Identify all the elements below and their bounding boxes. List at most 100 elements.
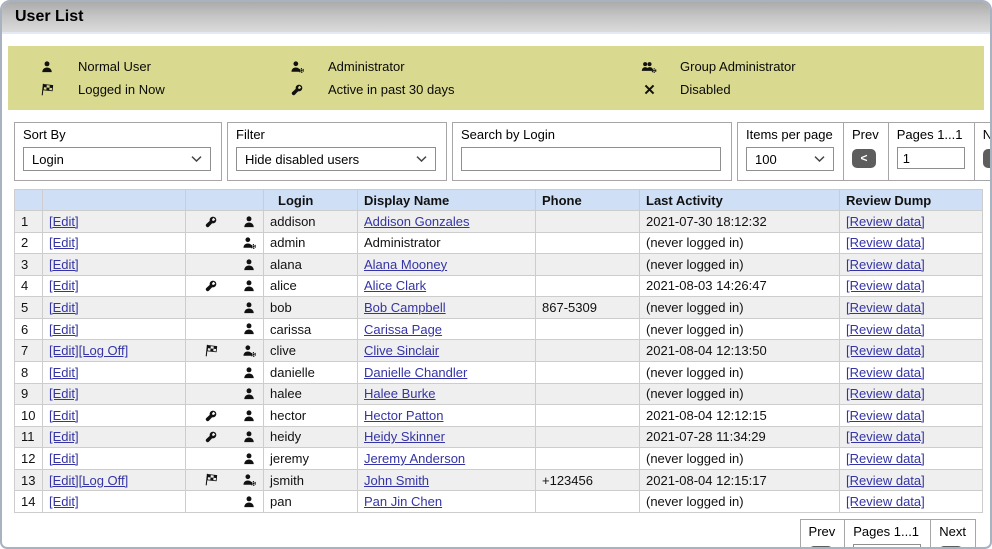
edit-link[interactable]: [Edit] <box>49 300 79 315</box>
search-label: Search by Login <box>461 127 721 142</box>
review-data-link[interactable]: [Review data] <box>846 343 925 358</box>
row-display-name-cell: Alice Clark <box>358 275 536 297</box>
next-label: Next <box>939 524 966 539</box>
edit-link[interactable]: [Edit] <box>49 494 79 509</box>
display-name-link[interactable]: Clive Sinclair <box>364 343 439 358</box>
row-login: alice <box>264 275 358 297</box>
review-data-link[interactable]: [Review data] <box>846 365 925 380</box>
row-status-icon-slot <box>192 365 230 381</box>
legend-item-label: Group Administrator <box>680 59 796 74</box>
display-name-link[interactable]: Halee Burke <box>364 386 436 401</box>
row-phone <box>536 426 640 448</box>
edit-link[interactable]: [Edit] <box>49 257 79 272</box>
legend-icon-slot <box>639 60 659 74</box>
display-name-link[interactable]: Alice Clark <box>364 278 426 293</box>
display-name-link[interactable]: Hector Patton <box>364 408 444 423</box>
page-input[interactable] <box>853 544 921 549</box>
log-off-link[interactable]: [Log Off] <box>79 473 129 488</box>
table-row: 12 [Edit] jeremy Jeremy Anderson (never … <box>15 448 983 470</box>
row-login: carissa <box>264 318 358 340</box>
row-icons-cell <box>186 405 264 427</box>
display-name-link[interactable]: Pan Jin Chen <box>364 494 442 509</box>
review-data-link[interactable]: [Review data] <box>846 257 925 272</box>
row-actions-cell: [Edit] <box>43 275 186 297</box>
review-data-link[interactable]: [Review data] <box>846 322 925 337</box>
edit-link[interactable]: [Edit] <box>49 386 79 401</box>
table-row: 6 [Edit] carissa Carissa Page (never log… <box>15 318 983 340</box>
page-title: User List <box>15 8 83 26</box>
row-last-activity: (never logged in) <box>640 254 840 276</box>
table-row: 14 [Edit] pan Pan Jin Chen (never logged… <box>15 491 983 513</box>
table-header-row: Login Display Name Phone Last Activity R… <box>15 190 983 211</box>
edit-link[interactable]: [Edit] <box>49 429 79 444</box>
row-phone <box>536 405 640 427</box>
row-role-icon-slot <box>230 451 264 467</box>
row-review-cell: [Review data] <box>840 426 983 448</box>
x-mark-icon <box>643 83 656 96</box>
review-data-link[interactable]: [Review data] <box>846 473 925 488</box>
filter-select[interactable]: Hide disabled users <box>236 147 436 171</box>
row-status-icon-slot <box>192 494 230 510</box>
review-data-link[interactable]: [Review data] <box>846 278 925 293</box>
display-name-link[interactable]: Danielle Chandler <box>364 365 467 380</box>
row-role-icon-slot <box>230 235 264 251</box>
display-name-link[interactable]: John Smith <box>364 473 429 488</box>
table-row: 7 [Edit][Log Off] clive Clive Sinclair 2… <box>15 340 983 362</box>
review-data-link[interactable]: [Review data] <box>846 214 925 229</box>
row-phone <box>536 275 640 297</box>
review-data-link[interactable]: [Review data] <box>846 494 925 509</box>
display-name-link[interactable]: Carissa Page <box>364 322 442 337</box>
search-input[interactable] <box>461 147 721 171</box>
display-name-link[interactable]: Addison Gonzales <box>364 214 470 229</box>
review-data-link[interactable]: [Review data] <box>846 300 925 315</box>
row-number: 4 <box>15 275 43 297</box>
sort-by-select[interactable]: Login <box>23 147 211 171</box>
review-data-link[interactable]: [Review data] <box>846 235 925 250</box>
items-per-page-select[interactable]: 100 <box>746 147 834 171</box>
legend-item-label: Active in past 30 days <box>328 82 454 97</box>
row-login: clive <box>264 340 358 362</box>
row-status-icon-slot <box>192 278 230 294</box>
display-name-link[interactable]: Alana Mooney <box>364 257 447 272</box>
edit-link[interactable]: [Edit] <box>49 365 79 380</box>
row-review-cell: [Review data] <box>840 340 983 362</box>
display-name-link[interactable]: Jeremy Anderson <box>364 451 465 466</box>
display-name-link[interactable]: Heidy Skinner <box>364 429 445 444</box>
edit-link[interactable]: [Edit] <box>49 451 79 466</box>
edit-link[interactable]: [Edit] <box>49 278 79 293</box>
row-phone: +123456 <box>536 469 640 491</box>
prev-button[interactable]: < <box>852 149 876 168</box>
row-phone <box>536 211 640 233</box>
row-number: 12 <box>15 448 43 470</box>
review-data-link[interactable]: [Review data] <box>846 429 925 444</box>
row-display-name-cell: John Smith <box>358 469 536 491</box>
edit-link[interactable]: [Edit] <box>49 214 79 229</box>
legend-item-label: Disabled <box>680 82 731 97</box>
review-data-link[interactable]: [Review data] <box>846 451 925 466</box>
admin-icon <box>242 236 257 250</box>
next-button[interactable]: > <box>983 149 992 168</box>
header-number <box>15 190 43 211</box>
legend-item: Disabled <box>610 80 796 100</box>
table-row: 1 [Edit] addison Addison Gonzales 2021-0… <box>15 211 983 233</box>
legend-icon-slot <box>287 60 307 74</box>
edit-link[interactable]: [Edit] <box>49 408 79 423</box>
legend-column: Administrator Active in past 30 days <box>258 57 610 100</box>
row-actions-cell: [Edit] <box>43 426 186 448</box>
row-last-activity: 2021-08-04 12:13:50 <box>640 340 840 362</box>
row-phone <box>536 448 640 470</box>
page-input[interactable] <box>897 147 965 169</box>
row-review-cell: [Review data] <box>840 297 983 319</box>
row-number: 6 <box>15 318 43 340</box>
log-off-link[interactable]: [Log Off] <box>79 343 129 358</box>
edit-link[interactable]: [Edit] <box>49 235 79 250</box>
display-name-link[interactable]: Bob Campbell <box>364 300 446 315</box>
row-number: 8 <box>15 361 43 383</box>
review-data-link[interactable]: [Review data] <box>846 386 925 401</box>
edit-link[interactable]: [Edit] <box>49 322 79 337</box>
edit-link[interactable]: [Edit] <box>49 473 79 488</box>
review-data-link[interactable]: [Review data] <box>846 408 925 423</box>
edit-link[interactable]: [Edit] <box>49 343 79 358</box>
table-row: 2 [Edit] admin Administrator (never logg… <box>15 232 983 254</box>
row-actions-cell: [Edit] <box>43 211 186 233</box>
